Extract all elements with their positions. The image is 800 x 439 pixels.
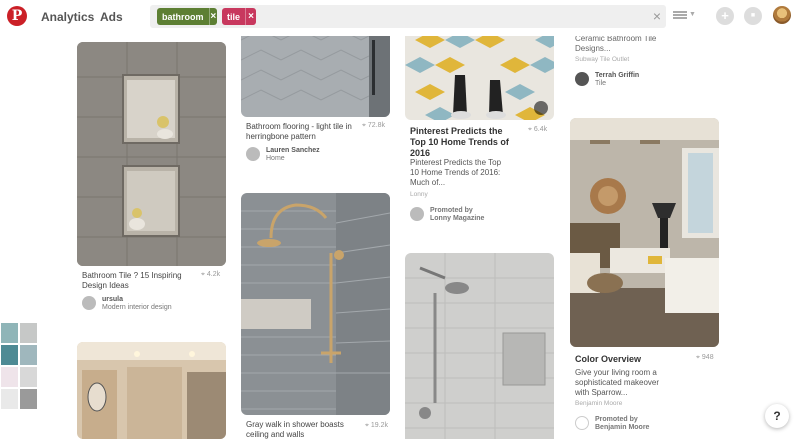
pin-count-value: 6.4k	[533, 126, 548, 133]
pin-count-icon: ⌖	[365, 422, 369, 429]
pin-photo	[77, 342, 226, 439]
pin-repin-count: ⌖ 4.2k	[201, 271, 220, 279]
pin-source[interactable]: Subway Tile Outlet	[575, 56, 629, 63]
thumbnail[interactable]	[20, 367, 37, 387]
promoter-avatar[interactable]	[410, 207, 424, 221]
pin-repin-count: ⌖ 948	[696, 354, 714, 362]
nav-analytics[interactable]: Analytics	[41, 10, 94, 24]
user-avatar[interactable]	[575, 72, 589, 86]
thumbnail[interactable]	[20, 345, 37, 365]
search-chip-bathroom[interactable]: bathroom ×	[157, 8, 217, 25]
pin-description: Give your living room a sophisticated ma…	[575, 368, 660, 397]
top-bar: P Analytics Ads bathroom × tile × × ▼ + …	[0, 0, 800, 36]
pin-repin-count: ⌖ 72.8k	[362, 122, 385, 130]
messages-icon[interactable]: ■	[744, 7, 762, 25]
thumbnail[interactable]	[20, 323, 37, 343]
promoter-avatar[interactable]	[575, 416, 589, 430]
thumbnail[interactable]	[20, 389, 37, 409]
search-chip-label: bathroom	[162, 11, 204, 22]
pin-title[interactable]: Pinterest Predicts the Top 10 Home Trend…	[410, 126, 510, 159]
nav-ads[interactable]: Ads	[100, 10, 123, 24]
pin-image-gray-shower[interactable]	[241, 193, 390, 415]
thumbnail[interactable]	[1, 389, 18, 409]
pin-repin-count: ⌖ 6.4k	[528, 126, 547, 134]
promoter-name[interactable]: Benjamin Moore	[595, 424, 649, 432]
pin-repin-count: ⌖ 19.2k	[365, 422, 388, 430]
pin-image-bathroom-interior[interactable]	[77, 342, 226, 439]
user-avatar[interactable]	[246, 147, 260, 161]
promoted-label: Promoted by	[430, 207, 473, 214]
pin-image-marble-shower[interactable]	[405, 253, 554, 439]
board-name[interactable]: Modern interior design	[102, 304, 172, 312]
pin-title[interactable]: Bathroom flooring - light tile in herrin…	[246, 122, 356, 142]
pin-count-value: 72.8k	[367, 122, 386, 129]
pin-source[interactable]: Lonny	[410, 191, 428, 198]
promoter-name[interactable]: Lonny Magazine	[430, 215, 484, 223]
pin-title[interactable]: Color Overview	[575, 354, 641, 365]
thumbnail[interactable]	[1, 345, 18, 365]
promoted-label: Promoted by	[595, 416, 638, 423]
pin-title-partial[interactable]: Ceramic Bathroom Tile Designs...	[575, 34, 675, 54]
pin-image-living-room[interactable]	[570, 118, 719, 347]
pin-count-icon: ⌖	[362, 122, 366, 129]
pin-photo	[77, 42, 226, 266]
chevron-down-icon[interactable]: ▼	[689, 11, 696, 18]
thumbnail[interactable]	[1, 323, 18, 343]
pin-title[interactable]: Gray walk in shower boasts ceiling and w…	[246, 420, 356, 439]
pin-count-value: 19.2k	[370, 422, 389, 429]
view-options-icon[interactable]	[673, 11, 687, 20]
board-name[interactable]: Home	[266, 155, 285, 163]
pin-source[interactable]: Benjamin Moore	[575, 400, 622, 407]
pin-count-value: 4.2k	[206, 271, 221, 278]
board-name[interactable]: Tile	[595, 80, 606, 88]
clear-search-icon[interactable]: ×	[653, 8, 661, 24]
pin-count-icon: ⌖	[528, 126, 532, 133]
pin-count-value: 948	[701, 354, 714, 361]
pinner-name[interactable]: Lauren Sanchez	[266, 147, 320, 155]
user-avatar[interactable]	[82, 296, 96, 310]
pin-photo	[241, 193, 390, 415]
help-button[interactable]: ?	[765, 404, 789, 428]
pin-count-icon: ⌖	[201, 271, 205, 278]
pin-photo	[405, 253, 554, 439]
search-chip-tile[interactable]: tile ×	[222, 8, 256, 25]
search-bar[interactable]: bathroom × tile × ×	[150, 5, 666, 28]
user-avatar[interactable]	[773, 6, 791, 24]
add-pin-button[interactable]: +	[716, 7, 734, 25]
pin-title[interactable]: Bathroom Tile ? 15 Inspiring Design Idea…	[82, 271, 192, 291]
chip-remove-icon[interactable]: ×	[208, 8, 218, 25]
pin-photo	[570, 118, 719, 347]
search-chip-label: tile	[227, 11, 241, 22]
pinterest-logo-icon[interactable]: P	[7, 6, 27, 26]
chip-remove-icon[interactable]: ×	[245, 8, 256, 25]
pinner-name[interactable]: Terrah Griffin	[595, 72, 639, 80]
pin-description: Pinterest Predicts the Top 10 Home Trend…	[410, 158, 502, 187]
pin-count-icon: ⌖	[696, 354, 700, 361]
thumbnail[interactable]	[1, 367, 18, 387]
pin-image-niche-shower[interactable]	[77, 42, 226, 266]
related-thumbnails[interactable]	[1, 323, 38, 409]
pinner-name[interactable]: ursula	[102, 296, 123, 304]
